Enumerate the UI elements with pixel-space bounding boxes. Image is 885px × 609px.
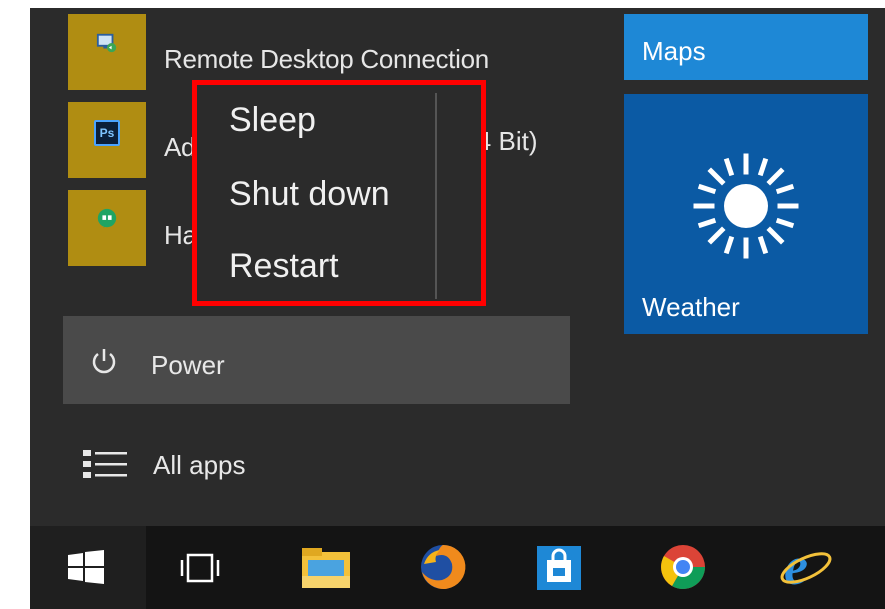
hangouts-icon xyxy=(96,208,118,230)
firefox-icon[interactable] xyxy=(418,542,468,597)
app-remote-desktop[interactable]: Remote Desktop Connection xyxy=(68,14,588,90)
app-tile: Ps xyxy=(68,102,146,178)
sun-icon xyxy=(686,146,806,271)
windows-start-icon xyxy=(68,550,104,589)
store-icon[interactable] xyxy=(535,544,583,597)
all-apps-label: All apps xyxy=(153,450,246,480)
all-apps-button[interactable]: All apps xyxy=(63,430,570,500)
start-button[interactable] xyxy=(30,526,146,609)
power-label: Power xyxy=(151,350,225,380)
maps-tile[interactable]: Maps xyxy=(624,14,868,80)
file-explorer-icon[interactable] xyxy=(300,546,352,595)
app-tile xyxy=(68,14,146,90)
weather-tile-label: Weather xyxy=(642,292,740,322)
power-options-menu: Sleep Shut down Restart xyxy=(192,80,486,306)
restart-menu-item[interactable]: Restart xyxy=(229,247,339,286)
svg-text:e: e xyxy=(784,538,808,594)
remote-desktop-icon xyxy=(96,32,118,54)
shut-down-menu-item[interactable]: Shut down xyxy=(229,175,390,214)
list-icon xyxy=(83,448,129,485)
internet-explorer-icon[interactable]: e xyxy=(778,536,834,599)
taskbar: e xyxy=(30,526,885,609)
app-label: Ad xyxy=(164,132,196,162)
weather-tile[interactable]: Weather xyxy=(624,94,868,334)
maps-tile-label: Maps xyxy=(642,36,706,66)
menu-divider xyxy=(435,93,437,299)
sleep-menu-item[interactable]: Sleep xyxy=(229,101,316,140)
app-label: Remote Desktop Connection xyxy=(164,44,489,74)
power-button[interactable]: Power xyxy=(63,316,570,404)
power-icon xyxy=(89,346,119,381)
chrome-icon[interactable] xyxy=(658,542,708,597)
app-tile xyxy=(68,190,146,266)
task-view-icon[interactable] xyxy=(180,552,220,589)
photoshop-icon: Ps xyxy=(94,120,120,146)
